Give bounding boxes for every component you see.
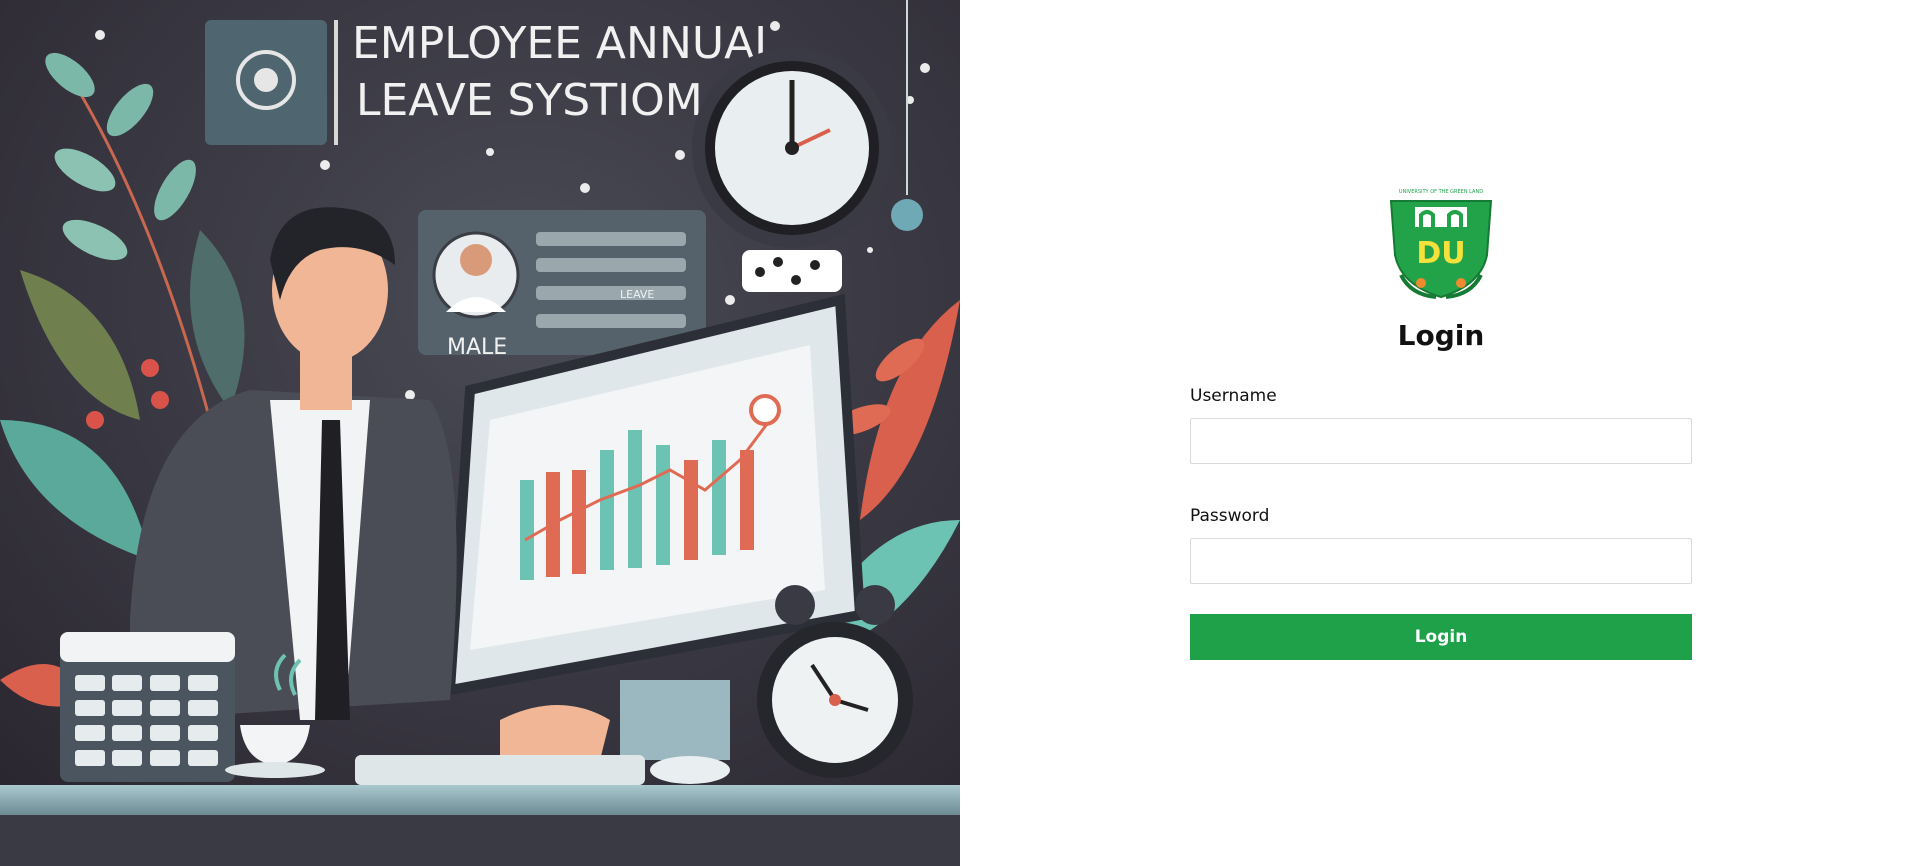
- profile-card-label: MALE: [447, 335, 507, 360]
- login-title: Login: [1397, 319, 1485, 352]
- profile-card-caption: LEAVE: [620, 288, 654, 301]
- hero-title-line2: LEAVE SYSTIOM: [356, 75, 703, 126]
- desk-icon: [0, 785, 960, 815]
- calculator-icon: [60, 632, 235, 782]
- login-panel: UNIVERSITY OF THE GREEN LAND DU Login Us…: [960, 0, 1918, 866]
- login-card: UNIVERSITY OF THE GREEN LAND DU Login Us…: [1190, 185, 1692, 660]
- hero-illustration: EMPLOYEE ANNUAL LEAVE SYSTIOM MALE LEAVE: [0, 0, 960, 866]
- mouse-icon: [650, 756, 730, 784]
- login-button[interactable]: Login: [1190, 614, 1692, 660]
- emblem-plaque-icon: [205, 20, 338, 145]
- username-label: Username: [1190, 386, 1277, 406]
- password-input[interactable]: [1190, 538, 1692, 584]
- dice-icon: [742, 250, 842, 292]
- university-logo: UNIVERSITY OF THE GREEN LAND DU: [1381, 185, 1501, 305]
- password-label: Password: [1190, 506, 1270, 526]
- logo-monogram: DU: [1416, 236, 1465, 271]
- keyboard-icon: [355, 755, 645, 785]
- username-input[interactable]: [1190, 418, 1692, 464]
- hero-title-line1: EMPLOYEE ANNUAL: [352, 18, 779, 69]
- profile-card-icon: MALE LEAVE: [418, 210, 706, 360]
- logo-arc-text: UNIVERSITY OF THE GREEN LAND: [1399, 189, 1483, 195]
